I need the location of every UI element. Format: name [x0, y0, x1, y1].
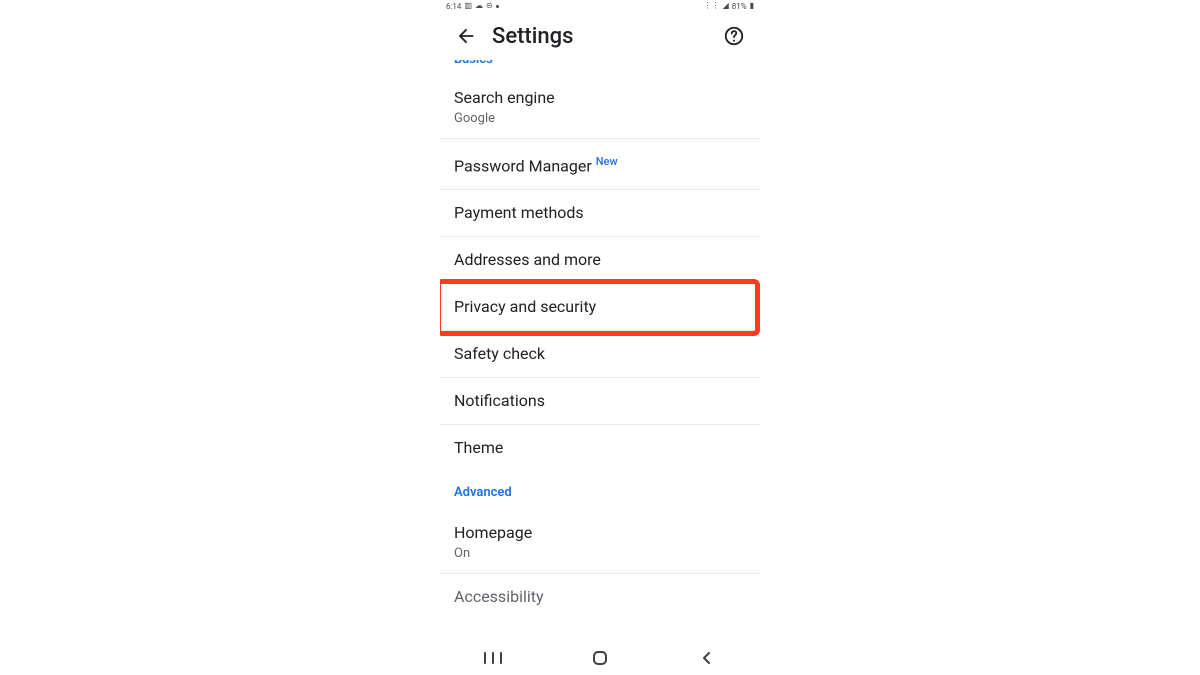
help-button[interactable] — [714, 16, 754, 56]
row-theme[interactable]: Theme — [440, 425, 760, 471]
status-more-dot — [496, 5, 499, 8]
row-value: On — [454, 546, 746, 561]
row-label: Payment methods — [454, 202, 746, 224]
row-label-text: Password Manager — [454, 156, 592, 175]
row-label: Addresses and more — [454, 249, 746, 271]
row-accessibility[interactable]: Accessibility — [440, 574, 760, 620]
battery-icon: ▮ — [750, 2, 754, 10]
row-password-manager[interactable]: Password Manager New — [440, 139, 760, 190]
row-payment-methods[interactable]: Payment methods — [440, 190, 760, 237]
new-badge: New — [596, 155, 618, 168]
status-icon: ⊝ — [486, 2, 493, 10]
row-label: Password Manager New — [454, 151, 746, 177]
nav-back-button[interactable] — [677, 643, 737, 673]
section-header-basics: Basics — [440, 60, 760, 75]
row-homepage[interactable]: Homepage On — [440, 510, 760, 574]
row-search-engine[interactable]: Search engine Google — [440, 75, 760, 139]
help-icon — [723, 25, 745, 47]
status-icon: ▥ — [464, 2, 472, 10]
chevron-left-icon — [700, 651, 714, 665]
nav-home-button[interactable] — [570, 643, 630, 673]
status-icon: ☁ — [475, 2, 483, 10]
battery-text: 81% — [732, 2, 747, 11]
row-label: Safety check — [454, 343, 746, 365]
row-label: Search engine — [454, 87, 746, 109]
row-value: Google — [454, 111, 746, 126]
row-label: Notifications — [454, 390, 746, 412]
settings-list-viewport[interactable]: Basics Search engine Google Password Man… — [440, 60, 760, 641]
recents-icon — [483, 651, 503, 665]
status-time: 6:14 — [446, 2, 461, 11]
status-bar: 6:14 ▥ ☁ ⊝ ⋮⋮ ◢ 81% ▮ — [440, 0, 760, 12]
row-notifications[interactable]: Notifications — [440, 378, 760, 425]
row-privacy-and-security[interactable]: Privacy and security — [440, 284, 760, 331]
row-label: Theme — [454, 437, 746, 459]
back-button[interactable] — [446, 16, 486, 56]
signal-icon: ◢ — [723, 2, 729, 10]
wifi-icon: ⋮⋮ — [704, 2, 720, 10]
section-header-advanced: Advanced — [440, 471, 760, 510]
row-addresses[interactable]: Addresses and more — [440, 237, 760, 284]
settings-list: Basics Search engine Google Password Man… — [440, 60, 760, 620]
row-label: Homepage — [454, 522, 746, 544]
row-label: Accessibility — [454, 586, 746, 608]
nav-recents-button[interactable] — [463, 643, 523, 673]
system-nav-bar — [440, 641, 760, 675]
app-bar: Settings — [440, 12, 760, 60]
row-safety-check[interactable]: Safety check — [440, 331, 760, 378]
arrow-left-icon — [455, 25, 477, 47]
home-icon — [592, 650, 608, 666]
page-title: Settings — [492, 24, 573, 49]
device-frame: 6:14 ▥ ☁ ⊝ ⋮⋮ ◢ 81% ▮ Settings — [440, 0, 760, 675]
row-label: Privacy and security — [454, 296, 746, 318]
